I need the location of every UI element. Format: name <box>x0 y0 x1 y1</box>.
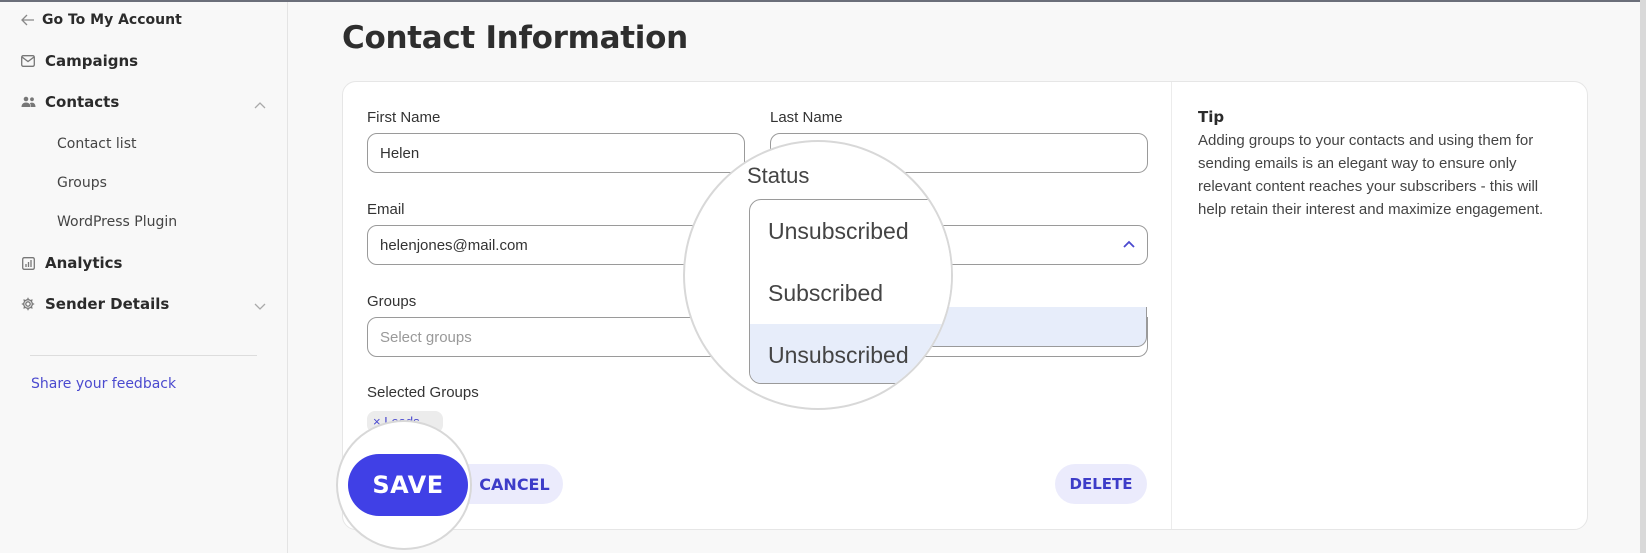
status-option-highlight[interactable] <box>930 307 1147 347</box>
status-current-value[interactable]: Unsubscribed <box>750 200 951 262</box>
status-options-list: Unsubscribed Subscribed Unsubscribed <box>749 199 951 384</box>
sidebar-item-campaigns[interactable]: Campaigns <box>20 52 138 70</box>
first-name-input[interactable]: Helen <box>367 133 745 173</box>
share-feedback-link[interactable]: Share your feedback <box>31 376 176 392</box>
sidebar: Go To My Account Campaigns Contacts Cont… <box>0 2 288 553</box>
selected-groups-label: Selected Groups <box>367 384 479 401</box>
gear-icon <box>20 296 36 312</box>
status-label: Status <box>747 163 810 188</box>
chevron-up-icon[interactable] <box>1122 238 1136 252</box>
arrow-left-icon <box>20 12 36 28</box>
status-magnifier: Status Unsubscribed Subscribed Unsubscri… <box>683 140 953 410</box>
mail-icon <box>20 53 36 69</box>
card-divider <box>1171 82 1172 529</box>
tip-title: Tip <box>1198 108 1225 126</box>
bar-chart-icon <box>20 255 36 271</box>
email-label: Email <box>367 201 405 218</box>
delete-button[interactable]: DELETE <box>1055 464 1147 504</box>
sidebar-item-label: Sender Details <box>45 295 170 313</box>
status-option-unsubscribed[interactable]: Unsubscribed <box>750 324 951 383</box>
tip-body: Adding groups to your contacts and using… <box>1198 132 1544 218</box>
save-button[interactable]: SAVE <box>348 454 468 516</box>
email-input[interactable]: helenjones@mail.com <box>367 225 709 265</box>
save-magnifier: SAVE <box>336 420 472 550</box>
sidebar-item-contacts[interactable]: Contacts <box>20 93 119 111</box>
sidebar-divider <box>30 355 257 356</box>
go-to-my-account-link[interactable]: Go To My Account <box>20 12 182 28</box>
sidebar-item-label: Campaigns <box>45 52 139 70</box>
chevron-up-icon[interactable] <box>253 99 267 113</box>
sidebar-subitem-wordpress-plugin[interactable]: WordPress Plugin <box>57 214 177 230</box>
sidebar-item-label: Contacts <box>45 93 120 111</box>
chevron-down-icon[interactable] <box>253 299 267 313</box>
last-name-label: Last Name <box>770 109 843 126</box>
scrollbar[interactable] <box>1640 0 1646 553</box>
sidebar-subitem-groups[interactable]: Groups <box>57 175 107 191</box>
page-title: Contact Information <box>342 20 688 56</box>
sidebar-subitem-contact-list[interactable]: Contact list <box>57 136 136 152</box>
sidebar-item-analytics[interactable]: Analytics <box>20 254 122 272</box>
sidebar-item-sender-details[interactable]: Sender Details <box>20 295 169 313</box>
first-name-label: First Name <box>367 109 441 126</box>
groups-select[interactable]: Select groups <box>367 317 745 357</box>
sidebar-item-label: Analytics <box>45 254 123 272</box>
groups-label: Groups <box>367 293 417 310</box>
go-to-my-account-label: Go To My Account <box>42 12 182 28</box>
status-option-subscribed[interactable]: Subscribed <box>750 262 951 324</box>
users-icon <box>20 94 36 110</box>
